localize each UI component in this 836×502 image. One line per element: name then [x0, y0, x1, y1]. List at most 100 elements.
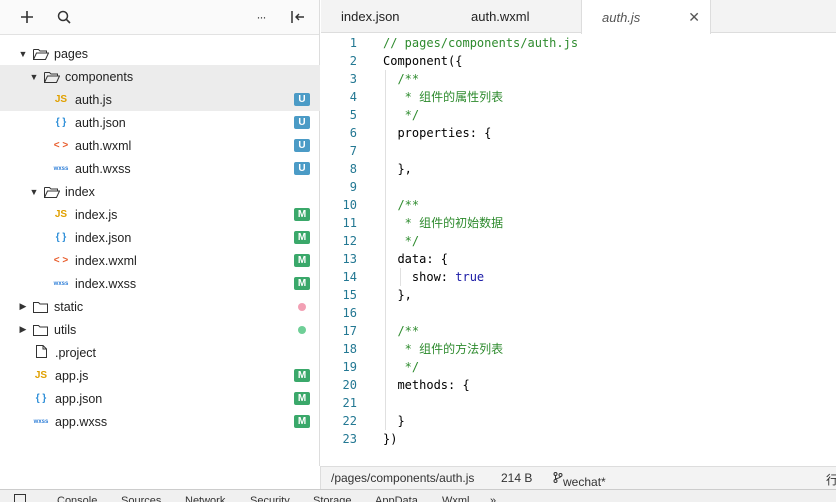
code-line: 20 methods: { [321, 376, 836, 394]
folder-icon [44, 71, 61, 83]
status-right-glyph: 行 [826, 473, 836, 487]
wxss-file-icon: wxss [53, 280, 69, 287]
file-label: auth.js [75, 92, 112, 107]
close-icon[interactable]: ✕ [688, 9, 700, 26]
code-text: /** [383, 70, 419, 88]
devtools-tab-network[interactable]: Network [185, 495, 225, 502]
code-text: properties: { [383, 124, 491, 142]
code-line: 2 Component({ [321, 52, 836, 70]
code-token: show: [383, 270, 456, 284]
file-row-auth-wxml[interactable]: < > auth.wxml U [0, 134, 320, 157]
code-editor: index.json auth.wxml auth.js ✕ 1 // pages… [321, 0, 836, 466]
chevron-right-icon[interactable]: ▶ [18, 301, 28, 312]
code-text: * 组件的属性列表 [383, 88, 503, 106]
file-size: 214 B [501, 471, 533, 485]
code-line: 8 }, [321, 160, 836, 178]
file-label: app.wxss [55, 414, 108, 429]
folder-row-index[interactable]: ▼ index [0, 180, 320, 203]
file-row-app-json[interactable]: { } app.json M [0, 387, 320, 410]
file-row-index-js[interactable]: JS index.js M [0, 203, 320, 226]
status-badge: M [294, 392, 310, 405]
file-row-index-wxml[interactable]: < > index.wxml M [0, 249, 320, 272]
devtools-tab-sources[interactable]: Sources [121, 495, 161, 502]
indent-guide [385, 70, 386, 430]
code-token: }) [383, 432, 398, 446]
code-text: */ [383, 232, 419, 250]
file-row-app-wxss[interactable]: wxss app.wxss M [0, 410, 320, 433]
devtools-tab-security[interactable]: Security [250, 495, 290, 502]
js-file-icon: JS [54, 209, 68, 220]
code-token: * 组件的初始数据 [383, 216, 504, 230]
code-text: methods: { [383, 376, 470, 394]
code-token: true [455, 270, 485, 284]
line-number: 8 [349, 162, 357, 176]
code-text: */ [383, 358, 419, 376]
devtools-tab-wxml[interactable]: Wxml [442, 495, 470, 502]
file-label: index.js [75, 207, 118, 222]
folder-label: pages [54, 46, 89, 61]
file-row-auth-wxss[interactable]: wxss auth.wxss U [0, 157, 320, 180]
line-number: 18 [342, 342, 357, 356]
tab-auth-wxml[interactable]: auth.wxml [451, 0, 581, 33]
panel-toggle-icon[interactable] [14, 494, 26, 502]
line-number: 15 [342, 288, 357, 302]
folder-row-pages[interactable]: ▼ pages [0, 42, 320, 65]
line-number: 13 [342, 252, 357, 266]
file-row-project[interactable]: .project [0, 341, 320, 364]
tab-index-json[interactable]: index.json [321, 0, 451, 33]
file-row-auth-json[interactable]: { } auth.json U [0, 111, 320, 134]
code-token: // pages/components/auth.js [383, 36, 579, 50]
code-text: }, [383, 286, 412, 304]
status-badge: M [294, 277, 310, 290]
code-token: methods: { [383, 378, 470, 392]
line-number: 14 [342, 270, 357, 284]
chevron-down-icon[interactable]: ▼ [29, 72, 39, 82]
folder-row-static[interactable]: ▶ static [0, 295, 320, 318]
chevron-down-icon[interactable]: ▼ [18, 49, 28, 59]
status-dot [298, 325, 306, 334]
git-branch[interactable]: wechat* [553, 471, 606, 489]
file-path: /pages/components/auth.js [331, 471, 475, 485]
code-token: }, [383, 162, 412, 176]
chevron-down-icon[interactable]: ▼ [29, 187, 39, 197]
code-token: }, [383, 288, 412, 302]
line-number: 6 [349, 126, 357, 140]
code-line: 17 /** [321, 322, 836, 340]
branch-icon [553, 472, 563, 483]
plus-icon[interactable] [18, 8, 36, 26]
file-row-app-js[interactable]: JS app.js M [0, 364, 320, 387]
devtools-tab-console[interactable]: Console [57, 495, 97, 502]
status-dot [298, 302, 306, 311]
code-text: * 组件的初始数据 [383, 214, 503, 232]
code-line: 3 /** [321, 70, 836, 88]
code-token: /** [383, 198, 420, 212]
devtools-tab-storage[interactable]: Storage [313, 495, 352, 502]
tab-auth-js[interactable]: auth.js ✕ [581, 0, 711, 34]
collapse-icon[interactable] [289, 8, 307, 26]
code-line: 12 */ [321, 232, 836, 250]
line-number: 16 [342, 306, 357, 320]
file-row-index-json[interactable]: { } index.json M [0, 226, 320, 249]
code-line: 22 } [321, 412, 836, 430]
search-icon[interactable] [55, 8, 73, 26]
line-number: 19 [342, 360, 357, 374]
more-options-button[interactable]: ··· [252, 8, 270, 26]
file-explorer: ··· ▼ pages ▼ components JS auth.js U { } auth.j… [0, 0, 320, 466]
code-line: 9 [321, 178, 836, 196]
code-line: 23}) [321, 430, 836, 448]
folder-row-components[interactable]: ▼ components [0, 65, 320, 88]
chevron-right-icon[interactable]: ▶ [18, 324, 28, 335]
file-row-index-wxss[interactable]: wxss index.wxss M [0, 272, 320, 295]
line-number: 10 [342, 198, 357, 212]
code-token: data: { [383, 252, 449, 266]
code-token: } [383, 414, 405, 428]
line-number: 9 [349, 180, 357, 194]
devtools-tab-[interactable]: » [490, 495, 496, 502]
file-label: index.wxml [75, 253, 137, 268]
folder-row-utils[interactable]: ▶ utils [0, 318, 320, 341]
file-row-auth-js[interactable]: JS auth.js U [0, 88, 320, 111]
devtools-tab-appdata[interactable]: AppData [375, 495, 418, 502]
code-token: */ [383, 234, 420, 248]
code-line: 1 // pages/components/auth.js [321, 34, 836, 52]
status-bar: /pages/components/auth.js 214 B wechat* … [321, 466, 836, 489]
